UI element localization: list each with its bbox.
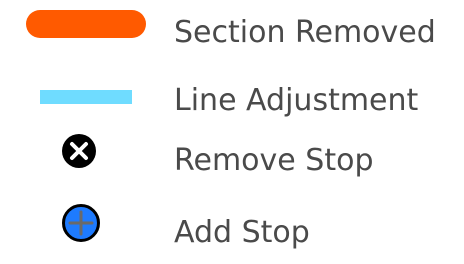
add-stop-icon	[62, 204, 100, 242]
legend-item-line-adjustment: Line Adjustment	[0, 72, 464, 132]
legend-item-label: Add Stop	[174, 215, 310, 250]
legend-item-remove-stop: Remove Stop	[0, 132, 464, 192]
legend-item-label: Line Adjustment	[174, 83, 419, 118]
remove-stop-icon	[62, 134, 96, 168]
legend-item-label: Section Removed	[174, 15, 436, 50]
orange-line-icon	[26, 10, 146, 38]
legend-item-label: Remove Stop	[174, 143, 374, 178]
legend: Section Removed Line Adjustment Remove S…	[0, 0, 464, 258]
light-blue-line-icon	[40, 90, 132, 104]
legend-item-add-stop: Add Stop	[0, 204, 464, 264]
legend-item-section-removed: Section Removed	[0, 4, 464, 64]
